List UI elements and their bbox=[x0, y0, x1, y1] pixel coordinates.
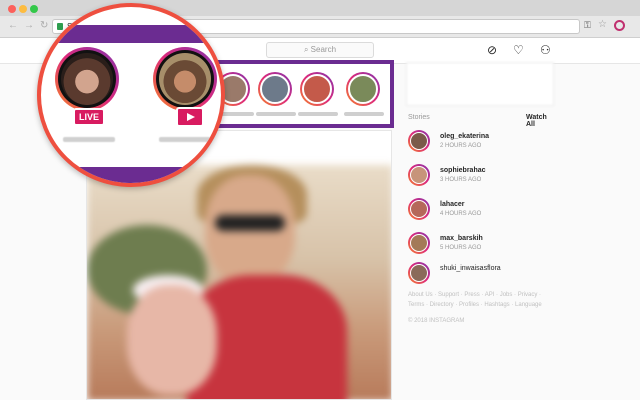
sidebar-story-item[interactable]: max_barskih 5 HOURS AGO bbox=[408, 232, 554, 256]
story-avatar[interactable] bbox=[258, 72, 292, 106]
story-time: 3 HOURS AGO bbox=[440, 177, 482, 183]
copyright: © 2018 INSTAGRAM bbox=[408, 318, 465, 324]
story-time: 2 HOURS AGO bbox=[440, 143, 482, 149]
story-username: max_barskih bbox=[440, 235, 483, 242]
forward-icon[interactable]: → bbox=[24, 20, 40, 31]
back-icon[interactable]: ← bbox=[8, 20, 24, 31]
footer-links[interactable]: About Us · Support · Press · API · Jobs … bbox=[408, 290, 548, 310]
story-label bbox=[298, 112, 338, 116]
story-label bbox=[344, 112, 384, 116]
avatar bbox=[61, 53, 113, 105]
stories-heading: Stories bbox=[408, 114, 430, 121]
story-time: 5 HOURS AGO bbox=[440, 245, 482, 251]
story-label bbox=[159, 137, 211, 142]
key-icon[interactable]: ⚿ bbox=[584, 20, 591, 31]
avatar bbox=[408, 262, 430, 284]
story-label bbox=[256, 112, 296, 116]
sidebar-story-item[interactable]: lahacer 4 HOURS AGO bbox=[408, 198, 554, 222]
maximize-window-button[interactable] bbox=[30, 5, 38, 13]
photo-baby bbox=[127, 285, 217, 395]
play-icon bbox=[187, 113, 195, 121]
avatar bbox=[408, 198, 430, 220]
story-label bbox=[63, 137, 115, 142]
avatar bbox=[408, 232, 430, 254]
sidebar-story-item[interactable]: shuki_inwaisasflora bbox=[408, 262, 554, 286]
post-photo[interactable] bbox=[87, 165, 391, 399]
video-story-avatar[interactable] bbox=[153, 47, 217, 111]
story-time: 4 HOURS AGO bbox=[440, 211, 482, 217]
profile-icon[interactable]: ⚇ bbox=[540, 43, 551, 57]
story-username: shuki_inwaisasflora bbox=[440, 265, 501, 272]
sidebar-story-item[interactable]: sophiebrahac 3 HOURS AGO bbox=[408, 164, 554, 188]
search-placeholder: Search bbox=[310, 45, 337, 54]
star-icon[interactable]: ☆ bbox=[598, 19, 607, 30]
story-avatar[interactable] bbox=[300, 72, 334, 106]
minimize-window-button[interactable] bbox=[19, 5, 27, 13]
avatar bbox=[408, 164, 430, 186]
sidebar-story-item[interactable]: oleg_ekaterina 2 HOURS AGO bbox=[408, 130, 554, 154]
live-badge: LIVE bbox=[73, 108, 105, 126]
close-window-button[interactable] bbox=[8, 5, 16, 13]
live-story-avatar[interactable] bbox=[55, 47, 119, 111]
story-username: sophiebrahac bbox=[440, 167, 486, 174]
play-badge bbox=[176, 107, 204, 127]
stories-tray bbox=[210, 60, 394, 128]
heart-icon[interactable]: ♡ bbox=[513, 43, 524, 57]
search-input[interactable]: ⌕ Search bbox=[266, 42, 374, 58]
right-sidebar: Stories Watch All oleg_ekaterina 2 HOURS… bbox=[406, 62, 556, 400]
watch-all-link[interactable]: Watch All bbox=[526, 114, 556, 128]
story-avatar[interactable] bbox=[346, 72, 380, 106]
photo-sunglasses bbox=[215, 215, 285, 231]
magnifier-callout: LIVE bbox=[37, 3, 225, 187]
story-username: lahacer bbox=[440, 201, 465, 208]
avatar bbox=[159, 53, 211, 105]
avatar bbox=[408, 130, 430, 152]
profile-summary bbox=[406, 62, 554, 106]
compass-icon[interactable]: ⊘ bbox=[487, 43, 497, 57]
extension-icon[interactable] bbox=[614, 20, 625, 31]
highlight-band-top bbox=[41, 25, 221, 43]
story-username: oleg_ekaterina bbox=[440, 133, 490, 140]
search-icon: ⌕ bbox=[303, 45, 309, 54]
